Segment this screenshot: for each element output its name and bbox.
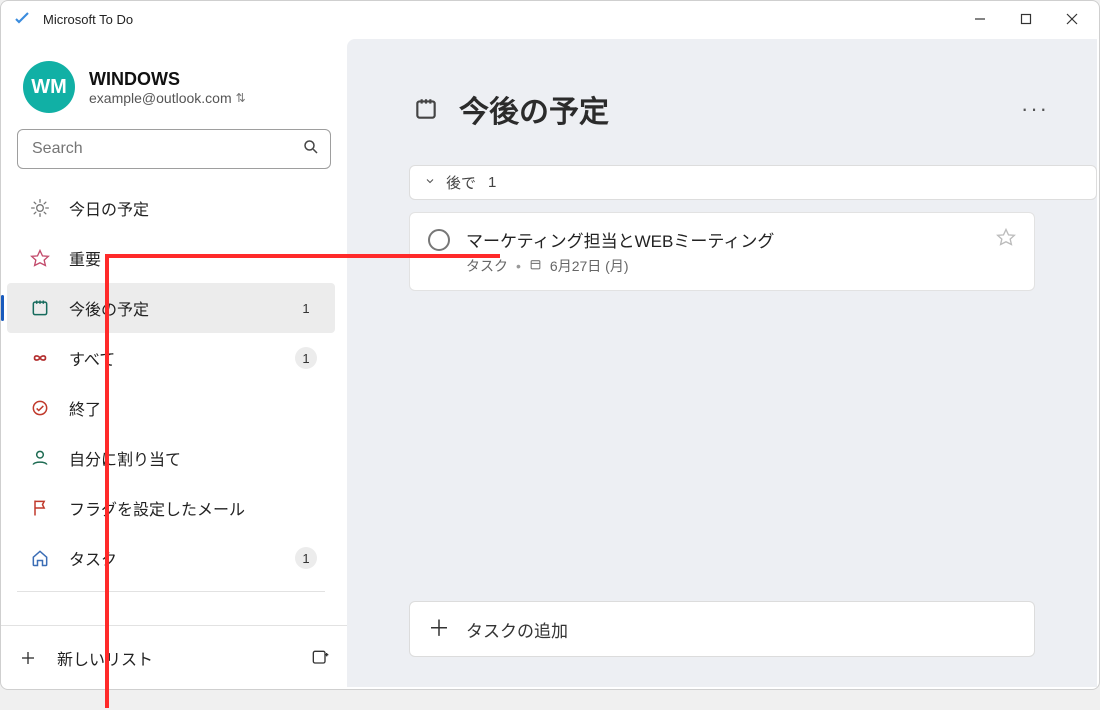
infinity-icon — [29, 347, 51, 369]
minimize-button[interactable] — [957, 3, 1003, 35]
nav-label: 自分に割り当て — [69, 446, 317, 470]
calendar-icon — [29, 297, 51, 319]
nav-assigned[interactable]: 自分に割り当て — [7, 433, 335, 483]
nav-count: 1 — [295, 547, 317, 569]
home-icon — [29, 547, 51, 569]
task-meta: タスク • 6月27日 (月) — [466, 256, 980, 276]
nav-label: すべて — [69, 346, 277, 370]
nav-completed[interactable]: 終了 — [7, 383, 335, 433]
new-list-label: 新しいリスト — [57, 646, 153, 670]
nav-tasks[interactable]: タスク 1 — [7, 533, 335, 583]
nav-label: タスク — [69, 546, 277, 570]
task-checkbox[interactable] — [428, 229, 450, 251]
profile-name: WINDOWS — [89, 69, 246, 90]
chevron-down-icon — [424, 174, 436, 191]
nav-list: 今日の予定 重要 今後の予定 1 — [1, 183, 347, 625]
nav-count: 1 — [295, 297, 317, 319]
search-box[interactable] — [17, 129, 331, 169]
more-button[interactable]: ··· — [1013, 92, 1057, 126]
star-outline-icon[interactable] — [996, 227, 1016, 253]
star-icon — [29, 247, 51, 269]
profile-block[interactable]: WM WINDOWS example@outlook.com ⇅ — [1, 45, 347, 125]
nav-planned[interactable]: 今後の予定 1 — [7, 283, 335, 333]
app-window: Microsoft To Do WM WINDOWS example@outlo… — [0, 0, 1100, 690]
nav-label: 今日の予定 — [69, 196, 317, 220]
nav-divider — [17, 591, 325, 592]
flag-icon — [29, 497, 51, 519]
add-task-label: タスクの追加 — [466, 617, 568, 642]
new-group-icon[interactable] — [309, 647, 331, 669]
app-icon — [11, 8, 33, 30]
calendar-icon — [409, 92, 443, 126]
group-count: 1 — [488, 174, 496, 191]
maximize-button[interactable] — [1003, 3, 1049, 35]
group-label: 後で — [446, 172, 476, 193]
add-task-input[interactable]: ＋ タスクの追加 — [409, 601, 1035, 657]
person-icon — [29, 447, 51, 469]
profile-email: example@outlook.com ⇅ — [89, 90, 246, 106]
nav-all[interactable]: すべて 1 — [7, 333, 335, 383]
nav-important[interactable]: 重要 — [7, 233, 335, 283]
main-pane: 今後の予定 ··· 後で 1 マーケティング担当とWEBミーティング タスク • — [347, 39, 1097, 687]
search-input[interactable] — [32, 140, 302, 158]
nav-flagged[interactable]: フラグを設定したメール — [7, 483, 335, 533]
check-circle-icon — [29, 397, 51, 419]
sidebar: WM WINDOWS example@outlook.com ⇅ — [1, 37, 347, 689]
nav-label: 終了 — [69, 396, 317, 420]
chevron-updown-icon: ⇅ — [236, 91, 246, 105]
nav-count: 1 — [295, 347, 317, 369]
task-date: 6月27日 (月) — [550, 256, 629, 276]
avatar: WM — [23, 61, 75, 113]
window-title: Microsoft To Do — [43, 12, 133, 27]
new-list-button[interactable]: 新しいリスト — [17, 646, 291, 670]
group-later[interactable]: 後で 1 — [409, 165, 1097, 200]
page-title: 今後の予定 — [459, 87, 1013, 131]
sun-icon — [29, 197, 51, 219]
plus-icon — [17, 647, 39, 669]
task-list-label: タスク — [466, 256, 508, 276]
main-header: 今後の予定 ··· — [347, 39, 1097, 141]
sidebar-bottom: 新しいリスト — [1, 625, 347, 689]
plus-icon: ＋ — [428, 618, 450, 640]
search-icon — [302, 138, 320, 161]
close-button[interactable] — [1049, 3, 1095, 35]
title-bar: Microsoft To Do — [1, 1, 1099, 37]
nav-label: フラグを設定したメール — [69, 496, 317, 520]
task-row[interactable]: マーケティング担当とWEBミーティング タスク • 6月27日 (月) — [409, 212, 1035, 291]
task-title: マーケティング担当とWEBミーティング — [466, 227, 980, 252]
calendar-small-icon — [529, 258, 542, 274]
nav-label: 重要 — [69, 246, 317, 270]
nav-myday[interactable]: 今日の予定 — [7, 183, 335, 233]
nav-label: 今後の予定 — [69, 296, 277, 320]
